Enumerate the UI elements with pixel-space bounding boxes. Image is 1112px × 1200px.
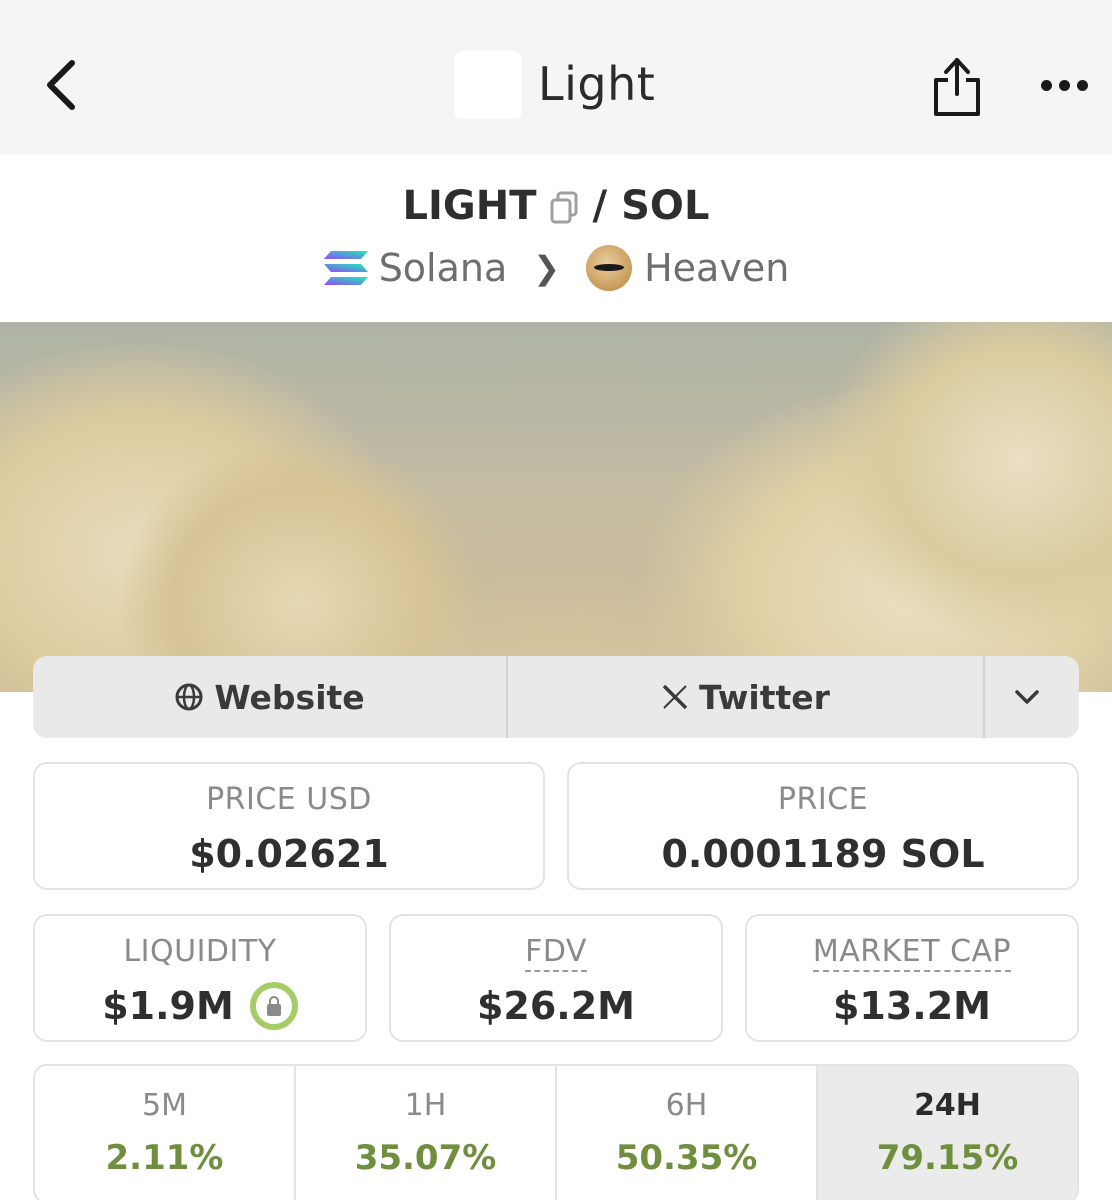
solana-icon — [323, 251, 368, 285]
price-change-value: 50.35% — [615, 1138, 758, 1178]
fdv-value: $26.2M — [476, 984, 635, 1028]
more-options-button[interactable] — [1036, 62, 1092, 108]
market-cap-card: MARKET CAP $13.2M — [745, 914, 1079, 1042]
twitter-label: Twitter — [699, 677, 830, 717]
copy-icon — [550, 191, 578, 224]
tab-label: 24H — [914, 1088, 981, 1123]
pair-separator: / — [592, 183, 608, 229]
chevron-right-icon: ❯ — [533, 249, 561, 287]
token-banner-image — [0, 322, 1112, 692]
tab-6h[interactable]: 6H 50.35% — [557, 1066, 818, 1200]
price-label: PRICE — [777, 782, 869, 817]
tab-label: 1H — [404, 1088, 447, 1123]
price-change-tabs: 5M 2.11% 1H 35.07% 6H 50.35% 24H 79.15% — [33, 1064, 1079, 1200]
dex-name[interactable]: Heaven — [644, 246, 789, 290]
website-label: Website — [214, 677, 365, 717]
market-cap-value: $13.2M — [832, 984, 991, 1028]
chain-breadcrumb: Solana ❯ Heaven — [0, 242, 1112, 294]
quote-symbol: SOL — [621, 183, 710, 229]
liquidity-label: LIQUIDITY — [123, 934, 277, 969]
price-change-value: 2.11% — [105, 1138, 224, 1178]
base-symbol: LIGHT — [402, 183, 537, 229]
fdv-label-row: FDV — [391, 934, 721, 972]
tab-24h[interactable]: 24H 79.15% — [818, 1066, 1077, 1200]
chevron-down-icon — [1015, 690, 1039, 704]
price-usd-card: PRICE USD $0.02621 — [33, 762, 545, 890]
tab-1h[interactable]: 1H 35.07% — [296, 1066, 557, 1200]
more-icon — [1040, 79, 1052, 91]
price-usd-label: PRICE USD — [206, 782, 372, 817]
market-cap-label[interactable]: MARKET CAP — [812, 934, 1012, 972]
market-cap-label-row: MARKET CAP — [747, 934, 1077, 972]
chain-name[interactable]: Solana — [379, 246, 508, 290]
website-link[interactable]: Website — [33, 656, 508, 738]
liquidity-value-row: $1.9M — [35, 982, 365, 1030]
price-change-value: 79.15% — [876, 1138, 1019, 1178]
nav-title: Light — [538, 57, 656, 111]
pair-title: LIGHT / SOL — [0, 178, 1112, 234]
twitter-link[interactable]: Twitter — [508, 656, 985, 738]
tab-label: 5M — [142, 1088, 187, 1123]
social-links-bar: Website Twitter — [33, 656, 1079, 738]
share-icon — [934, 58, 980, 116]
share-button[interactable] — [928, 50, 986, 122]
back-button[interactable] — [30, 50, 90, 120]
tab-label: 6H — [665, 1088, 708, 1123]
liquidity-value: $1.9M — [102, 984, 234, 1028]
fdv-label[interactable]: FDV — [525, 934, 587, 972]
more-links-dropdown[interactable] — [985, 656, 1079, 738]
back-arrow-icon — [47, 60, 75, 110]
liquidity-card: LIQUIDITY $1.9M — [33, 914, 367, 1042]
price-value: 0.0001189 SOL — [661, 832, 985, 876]
price-change-value: 35.07% — [354, 1138, 497, 1178]
fdv-card: FDV $26.2M — [389, 914, 723, 1042]
heaven-icon — [586, 245, 633, 291]
price-usd-value: $0.02621 — [189, 832, 389, 876]
top-nav-bar: Light — [0, 0, 1112, 154]
copy-address-button[interactable] — [549, 189, 579, 224]
lock-icon[interactable] — [249, 982, 298, 1030]
x-logo-icon — [662, 684, 688, 710]
globe-icon — [175, 683, 203, 711]
tab-5m[interactable]: 5M 2.11% — [35, 1066, 296, 1200]
token-logo — [454, 51, 522, 119]
price-native-card: PRICE 0.0001189 SOL — [567, 762, 1079, 890]
